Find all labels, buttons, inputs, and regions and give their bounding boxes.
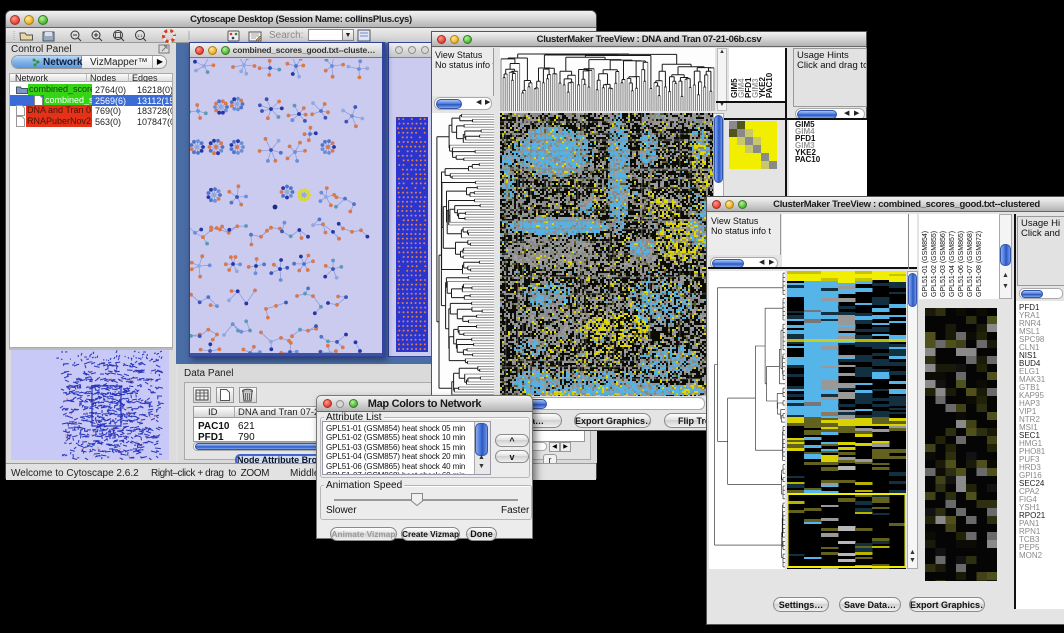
svg-text:1:1: 1:1 bbox=[137, 33, 143, 38]
